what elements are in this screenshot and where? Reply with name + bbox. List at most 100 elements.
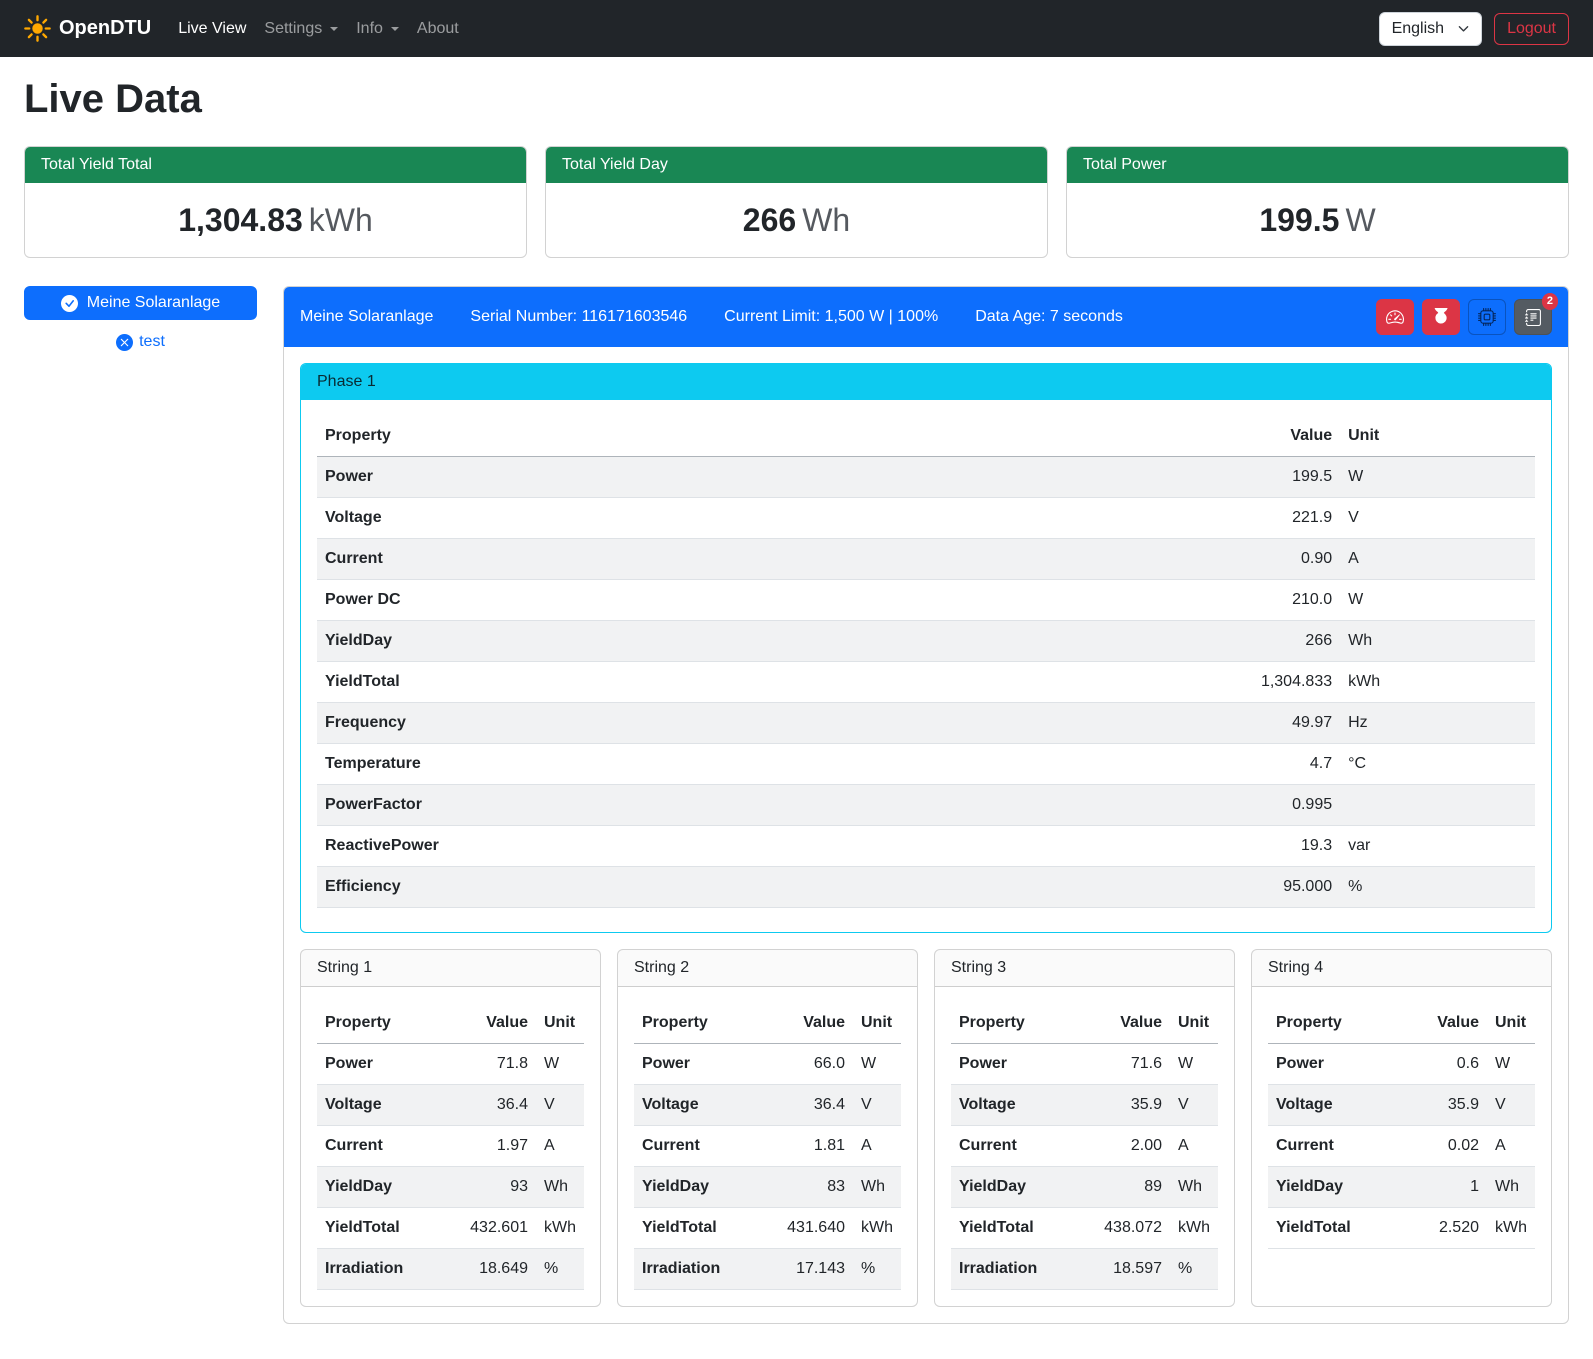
row-property: YieldDay <box>317 621 929 662</box>
table-row: Current1.97A <box>317 1126 584 1167</box>
summary-unit: kWh <box>309 202 373 238</box>
row-unit: kWh <box>536 1208 584 1249</box>
logout-button[interactable]: Logout <box>1494 13 1569 45</box>
chevron-down-icon <box>1458 23 1469 34</box>
row-property: Power <box>317 457 929 498</box>
table-header-row: Property Value Unit <box>1268 1003 1535 1044</box>
table-row: Current2.00A <box>951 1126 1218 1167</box>
navbar: OpenDTU Live View Settings Info About En… <box>0 0 1593 57</box>
chevron-down-icon <box>391 27 399 31</box>
navbar-right: English Logout <box>1379 12 1569 46</box>
table-row: Power71.6W <box>951 1044 1218 1085</box>
table-row: YieldTotal1,304.833kWh <box>317 662 1535 703</box>
language-select-value: English <box>1392 20 1444 38</box>
string-card-body: Property Value Unit Power0.6W Voltage35.… <box>1252 987 1551 1265</box>
string-card-title: String 3 <box>935 950 1234 987</box>
table-row: Current0.02A <box>1268 1126 1535 1167</box>
summary-row: Total Yield Total 1,304.83kWh Total Yiel… <box>24 146 1569 258</box>
device-info-button[interactable] <box>1468 299 1506 335</box>
table-row: YieldDay266Wh <box>317 621 1535 662</box>
row-unit: % <box>1340 867 1535 908</box>
table-row: YieldTotal438.072kWh <box>951 1208 1218 1249</box>
row-property: PowerFactor <box>317 785 929 826</box>
x-circle-icon <box>116 334 133 351</box>
event-log-button[interactable]: 2 <box>1514 299 1552 335</box>
table-row: Frequency49.97Hz <box>317 703 1535 744</box>
nav-about[interactable]: About <box>408 12 468 46</box>
row-unit: A <box>853 1126 901 1167</box>
table-row: Power66.0W <box>634 1044 901 1085</box>
brand-label: OpenDTU <box>59 17 151 40</box>
event-count-badge: 2 <box>1542 293 1558 310</box>
row-property: Voltage <box>1268 1085 1407 1126</box>
row-property: Voltage <box>634 1085 773 1126</box>
language-select[interactable]: English <box>1379 12 1482 46</box>
row-unit: V <box>1170 1085 1218 1126</box>
row-property: Voltage <box>317 498 929 539</box>
summary-card-body: 266Wh <box>546 183 1047 257</box>
row-value: 36.4 <box>773 1085 853 1126</box>
string-card-2: String 2 Property Value Unit <box>617 949 918 1307</box>
table-row: Irradiation17.143% <box>634 1249 901 1290</box>
main-row: Meine Solaranlage test Meine Solaranlage… <box>24 286 1569 1324</box>
column-unit: Unit <box>1340 416 1535 457</box>
row-property: Frequency <box>317 703 929 744</box>
summary-card-title: Total Power <box>1067 147 1568 183</box>
row-property: ReactivePower <box>317 826 929 867</box>
row-property: Temperature <box>317 744 929 785</box>
row-unit: Wh <box>1340 621 1535 662</box>
column-property: Property <box>1268 1003 1407 1044</box>
row-unit: V <box>1487 1085 1535 1126</box>
row-value: 35.9 <box>1090 1085 1170 1126</box>
row-property: Current <box>317 539 929 580</box>
row-value: 18.597 <box>1090 1249 1170 1290</box>
row-unit: % <box>1170 1249 1218 1290</box>
row-property: YieldTotal <box>317 1208 456 1249</box>
row-property: Irradiation <box>951 1249 1090 1290</box>
nav-info[interactable]: Info <box>347 12 408 46</box>
table-row: Power71.8W <box>317 1044 584 1085</box>
row-property: Voltage <box>317 1085 456 1126</box>
row-value: 71.6 <box>1090 1044 1170 1085</box>
row-property: Irradiation <box>317 1249 456 1290</box>
string-card-title: String 2 <box>618 950 917 987</box>
row-property: Power <box>634 1044 773 1085</box>
row-unit: V <box>536 1085 584 1126</box>
power-button[interactable] <box>1422 299 1460 335</box>
limit-settings-button[interactable] <box>1376 299 1414 335</box>
row-value: 210.0 <box>929 580 1340 621</box>
row-unit: W <box>1170 1044 1218 1085</box>
column-unit: Unit <box>1170 1003 1218 1044</box>
brand[interactable]: OpenDTU <box>24 15 151 42</box>
row-unit: °C <box>1340 744 1535 785</box>
table-row: Voltage35.9V <box>951 1085 1218 1126</box>
column-value: Value <box>929 416 1340 457</box>
summary-card-title: Total Yield Total <box>25 147 526 183</box>
nav-live-view[interactable]: Live View <box>169 12 255 46</box>
inverter-panel-body: Phase 1 Property Value Unit <box>284 347 1568 1323</box>
nav-settings[interactable]: Settings <box>255 12 347 46</box>
row-unit: Hz <box>1340 703 1535 744</box>
row-value: 1.97 <box>456 1126 536 1167</box>
row-unit: A <box>1170 1126 1218 1167</box>
table-row: Voltage35.9V <box>1268 1085 1535 1126</box>
row-value: 0.02 <box>1407 1126 1487 1167</box>
table-row: Voltage221.9V <box>317 498 1535 539</box>
inverter-select-active-button[interactable]: Meine Solaranlage <box>24 286 257 320</box>
row-property: YieldTotal <box>634 1208 773 1249</box>
summary-card-title: Total Yield Day <box>546 147 1047 183</box>
row-value: 266 <box>929 621 1340 662</box>
table-row: YieldTotal432.601kWh <box>317 1208 584 1249</box>
inverter-panel: Meine Solaranlage Serial Number: 1161716… <box>283 286 1569 1324</box>
inverter-select-test[interactable]: test <box>24 333 257 351</box>
row-property: YieldDay <box>1268 1167 1407 1208</box>
phase-card-title: Phase 1 <box>301 364 1551 400</box>
row-unit: A <box>1487 1126 1535 1167</box>
row-value: 0.6 <box>1407 1044 1487 1085</box>
table-row: Power DC210.0W <box>317 580 1535 621</box>
string-card-title: String 1 <box>301 950 600 987</box>
string-table: Property Value Unit Power71.8W Voltage36… <box>317 1003 584 1290</box>
cpu-icon <box>1478 308 1496 326</box>
string-table: Property Value Unit Power0.6W Voltage35.… <box>1268 1003 1535 1249</box>
row-value: 0.995 <box>929 785 1340 826</box>
